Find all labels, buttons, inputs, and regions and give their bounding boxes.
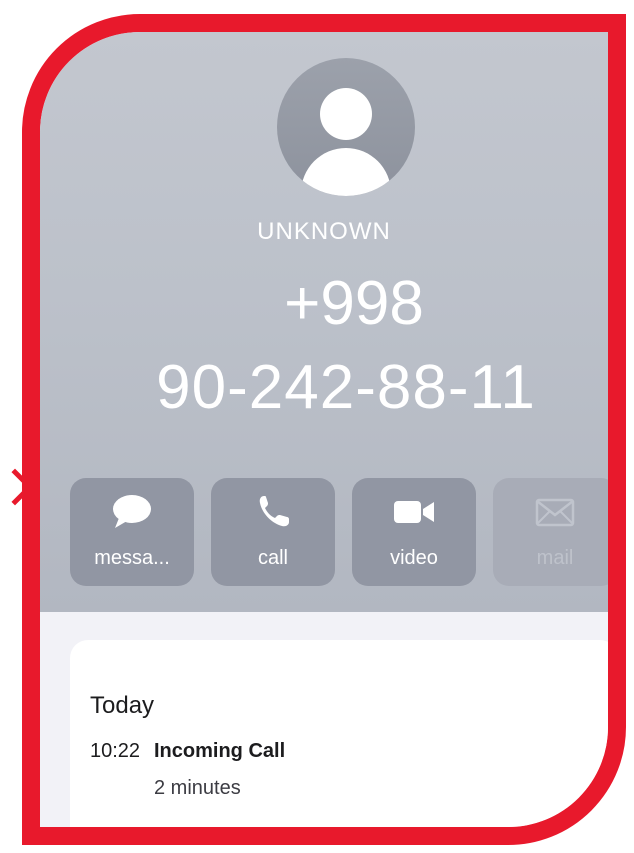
highlight-frame: UNKNOWN +998 90-242-88-11 messa... call … (22, 14, 626, 845)
mail-button-label: mail (536, 547, 574, 569)
call-duration: 2 minutes (154, 777, 241, 799)
video-camera-icon (352, 492, 476, 532)
contact-avatar (277, 58, 415, 196)
phone-number-country-code: +998 (284, 269, 424, 338)
call-time: 10:22 (90, 740, 141, 762)
video-button-label: video (390, 547, 438, 569)
message-button[interactable]: messa... (70, 478, 194, 586)
avatar-head-shape (320, 88, 372, 140)
video-button[interactable]: video (352, 478, 476, 586)
mail-button[interactable]: mail (493, 478, 608, 586)
contact-name-label: UNKNOWN (257, 218, 391, 245)
history-day-heading: Today (90, 692, 155, 719)
call-button[interactable]: call (211, 478, 335, 586)
envelope-icon (493, 492, 608, 532)
call-history-card: Today 10:22 Incoming Call 2 minutes (70, 640, 608, 827)
message-button-label: messa... (94, 547, 170, 569)
contact-header: UNKNOWN +998 90-242-88-11 messa... call … (40, 32, 608, 612)
phone-icon (211, 492, 335, 532)
message-bubble-icon (70, 492, 194, 532)
call-button-label: call (257, 547, 288, 569)
call-type: Incoming Call (154, 740, 286, 762)
avatar-body-shape (301, 148, 391, 196)
phone-number-main: 90-242-88-11 (156, 353, 536, 422)
screenshot-stage: UNKNOWN +998 90-242-88-11 messa... call … (0, 0, 634, 853)
